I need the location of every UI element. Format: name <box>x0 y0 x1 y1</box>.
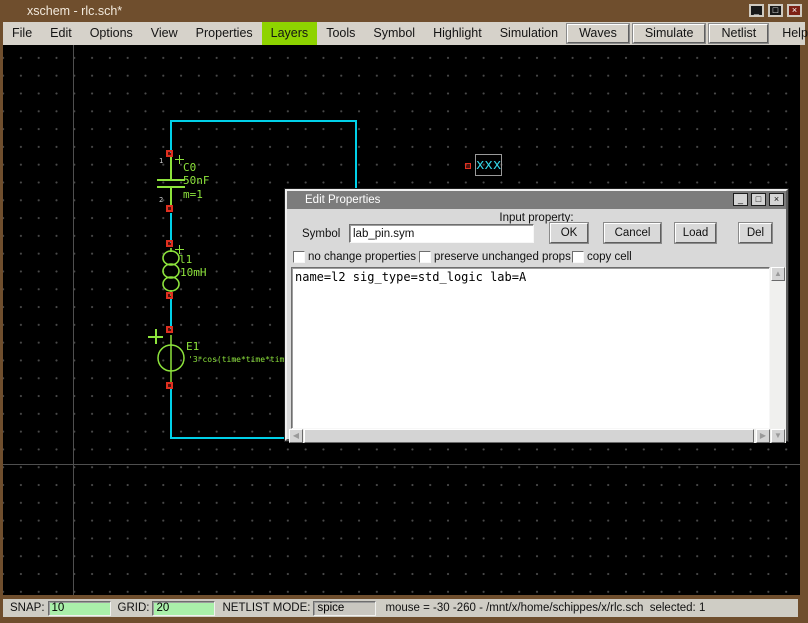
capacitor-value[interactable]: 50nF <box>183 175 210 187</box>
waves-button[interactable]: Waves <box>567 24 629 43</box>
axis-vertical <box>73 45 74 595</box>
horizontal-scrollbar-thumb[interactable] <box>304 429 754 443</box>
cancel-button[interactable]: Cancel <box>604 223 661 243</box>
scroll-up-icon[interactable]: ▲ <box>771 267 785 281</box>
net-label-text: xxx <box>476 157 501 173</box>
wire-top[interactable] <box>170 120 357 122</box>
menu-edit[interactable]: Edit <box>41 22 81 45</box>
wire-bottom[interactable] <box>170 437 288 439</box>
snap-label: SNAP: <box>10 602 45 614</box>
dialog-title: Edit Properties <box>305 191 380 209</box>
dialog-close-icon[interactable]: × <box>769 193 784 206</box>
wire-cap-to-ind[interactable] <box>170 213 172 243</box>
wire-right[interactable] <box>355 120 357 191</box>
window-titlebar[interactable]: xschem - rlc.sch* _ □ × <box>0 0 808 22</box>
property-textarea[interactable]: name=l2 sig_type=std_logic lab=A <box>291 267 770 429</box>
capacitor-lead-top[interactable] <box>170 157 172 179</box>
inductor-pin1-box[interactable] <box>166 240 173 247</box>
dialog-titlebar[interactable]: Edit Properties _ □ × <box>287 191 786 209</box>
capacitor-pin1-box[interactable] <box>166 150 173 157</box>
inductor-pin2-box[interactable] <box>166 292 173 299</box>
wire-ind-to-src[interactable] <box>170 299 172 329</box>
simulate-button[interactable]: Simulate <box>633 24 706 43</box>
inductor-value[interactable]: 10mH <box>180 267 207 279</box>
close-icon[interactable]: × <box>787 4 802 17</box>
wire-src-down[interactable] <box>170 388 172 439</box>
xschem-window: { "window": { "title": "xschem - rlc.sch… <box>0 0 808 623</box>
load-button[interactable]: Load <box>675 223 716 243</box>
source-pin1-box[interactable] <box>166 326 173 333</box>
menu-view[interactable]: View <box>142 22 187 45</box>
inductor-ref[interactable]: l1 <box>179 254 192 266</box>
maximize-icon[interactable]: □ <box>768 4 783 17</box>
copy-cell-checkbox[interactable] <box>572 251 584 263</box>
ok-button[interactable]: OK <box>550 223 588 243</box>
capacitor-pin1-number: 1 <box>159 157 163 165</box>
vertical-scrollbar[interactable]: ▲ ▼ <box>770 267 786 443</box>
menu-properties[interactable]: Properties <box>187 22 262 45</box>
menubar: File Edit Options View Properties Layers… <box>3 22 805 45</box>
axis-horizontal <box>3 464 800 465</box>
source-ref[interactable]: E1 <box>186 341 199 353</box>
grid-label: GRID: <box>118 602 150 614</box>
menu-file[interactable]: File <box>3 22 41 45</box>
scroll-right-icon[interactable]: ▶ <box>756 429 770 443</box>
copy-cell-label: copy cell <box>587 251 632 264</box>
source-pin2-box[interactable] <box>166 382 173 389</box>
no-change-properties-checkbox[interactable] <box>293 251 305 263</box>
wire-left-top[interactable] <box>170 120 172 153</box>
capacitor-pin2-number: 2 <box>159 196 163 204</box>
capacitor-plate-top[interactable] <box>157 179 185 181</box>
grid-input[interactable] <box>152 601 215 616</box>
snap-input[interactable] <box>48 601 111 616</box>
menu-layers[interactable]: Layers <box>262 22 318 45</box>
mouse-info: mouse = -30 -260 - /mnt/x/home/schippes/… <box>385 602 705 614</box>
capacitor-mult[interactable]: m=1 <box>183 189 203 201</box>
capacitor-pin2-box[interactable] <box>166 205 173 212</box>
net-label-pin-box[interactable] <box>465 163 471 169</box>
netlist-mode-label: NETLIST MODE: <box>222 602 310 614</box>
menu-options[interactable]: Options <box>81 22 142 45</box>
scroll-left-icon[interactable]: ◀ <box>289 429 303 443</box>
statusbar: SNAP: GRID: NETLIST MODE: mouse = -30 -2… <box>3 599 798 617</box>
minimize-icon[interactable]: _ <box>749 4 764 17</box>
source-symbol[interactable] <box>156 335 186 382</box>
dialog-maximize-icon[interactable]: □ <box>751 193 766 206</box>
source-expr[interactable]: '3*cos(time*time*time* <box>188 354 294 366</box>
menu-tools[interactable]: Tools <box>317 22 364 45</box>
capacitor-ref[interactable]: C0 <box>183 162 196 174</box>
net-label-selection-box[interactable]: xxx <box>475 154 502 176</box>
horizontal-scrollbar[interactable]: ◀ ▶ <box>289 429 770 443</box>
schematic-canvas[interactable]: 1 2 C0 50nF m=1 l1 10mH E1 '3*cos(time*t… <box>3 45 800 595</box>
del-button[interactable]: Del <box>739 223 772 243</box>
symbol-input[interactable] <box>349 224 534 243</box>
netlist-button[interactable]: Netlist <box>709 24 768 43</box>
no-change-properties-label: no change properties <box>308 251 416 264</box>
menu-simulation[interactable]: Simulation <box>491 22 567 45</box>
dialog-minimize-icon[interactable]: _ <box>733 193 748 206</box>
menu-symbol[interactable]: Symbol <box>364 22 424 45</box>
netlist-mode-input[interactable] <box>313 601 376 616</box>
menu-highlight[interactable]: Highlight <box>424 22 491 45</box>
menu-help[interactable]: Help <box>772 22 808 45</box>
preserve-unchanged-props-label: preserve unchanged props <box>434 251 571 264</box>
edit-properties-dialog: Edit Properties _ □ × Input property: Sy… <box>285 189 788 441</box>
scroll-down-icon[interactable]: ▼ <box>771 429 785 443</box>
window-title: xschem - rlc.sch* <box>27 0 122 22</box>
preserve-unchanged-props-checkbox[interactable] <box>419 251 431 263</box>
symbol-label: Symbol <box>302 228 340 240</box>
